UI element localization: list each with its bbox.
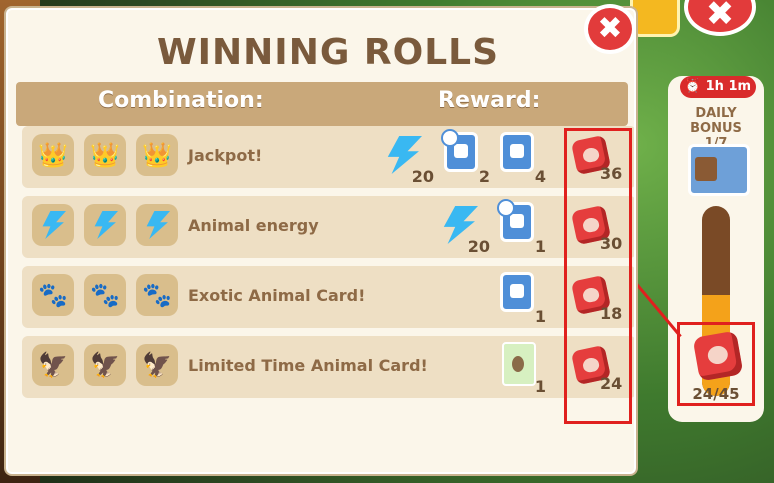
reward-card: 4 xyxy=(496,132,546,186)
animal-card-icon xyxy=(500,272,534,312)
combination-label: Jackpot! xyxy=(188,146,263,165)
daily-bonus-label: DAILY BONUS xyxy=(690,106,742,136)
background-close-button[interactable]: ✖ xyxy=(684,0,756,36)
close-button[interactable]: ✖ xyxy=(584,4,636,54)
bonus-timer: ⏰ 1h 1m xyxy=(680,76,756,98)
reward-header: Reward: xyxy=(438,88,541,113)
paw-icon: 🐾 xyxy=(32,274,74,316)
combination-header: Combination: xyxy=(98,88,264,113)
winning-rolls-panel: WINNING ROLLS Combination: Reward: 👑 👑 👑 Ja… xyxy=(6,8,636,474)
bonus-highlight-box xyxy=(677,322,755,406)
combination-row: Animal energy 20 1 30 xyxy=(22,196,634,258)
energy-bolt-icon xyxy=(84,204,126,246)
combination-row: 🐾 🐾 🐾 Exotic Animal Card! 1 18 xyxy=(22,266,634,328)
reward-count: 20 xyxy=(467,237,490,256)
reward-energy: 20 xyxy=(384,132,434,186)
paw-icon: 🐾 xyxy=(136,274,178,316)
limited-card-icon xyxy=(502,342,536,386)
combination-row: 👑 👑 👑 Jackpot! 20 2 4 36 xyxy=(22,126,634,188)
combination-label: Animal energy xyxy=(188,216,319,235)
timed-card-icon xyxy=(497,199,534,242)
reward-count: 1 xyxy=(534,377,546,396)
energy-bolt-icon xyxy=(136,204,178,246)
reward-card: 1 xyxy=(496,272,546,326)
combination-label: Limited Time Animal Card! xyxy=(188,356,428,375)
reward-count: 1 xyxy=(534,237,546,256)
combination-label: Exotic Animal Card! xyxy=(188,286,366,305)
crown-icon: 👑 xyxy=(32,134,74,176)
background-coin-button[interactable] xyxy=(630,0,680,37)
bird-icon: 🦅 xyxy=(84,344,126,386)
bird-icon: 🦅 xyxy=(136,344,178,386)
paw-icon: 🐾 xyxy=(84,274,126,316)
energy-bolt-icon xyxy=(32,204,74,246)
reward-count: 20 xyxy=(411,167,434,186)
reward-count: 1 xyxy=(534,307,546,326)
reward-energy: 20 xyxy=(440,202,490,256)
reward-count: 4 xyxy=(534,167,546,186)
combination-row: 🦅 🦅 🦅 Limited Time Animal Card! 1 24 xyxy=(22,336,634,398)
bird-icon: 🦅 xyxy=(32,344,74,386)
reward-count: 2 xyxy=(478,167,490,186)
timed-card-icon xyxy=(441,129,478,172)
crown-icon: 👑 xyxy=(136,134,178,176)
dice-rewards-highlight xyxy=(564,128,632,424)
crown-icon: 👑 xyxy=(84,134,126,176)
treasure-chest-icon xyxy=(688,144,750,196)
animal-card-icon xyxy=(500,132,534,172)
reward-card-timer: 1 xyxy=(496,199,546,256)
panel-title: WINNING ROLLS xyxy=(156,32,500,73)
reward-egg-card: 1 xyxy=(496,342,546,396)
reward-card-timer: 2 xyxy=(440,129,490,186)
